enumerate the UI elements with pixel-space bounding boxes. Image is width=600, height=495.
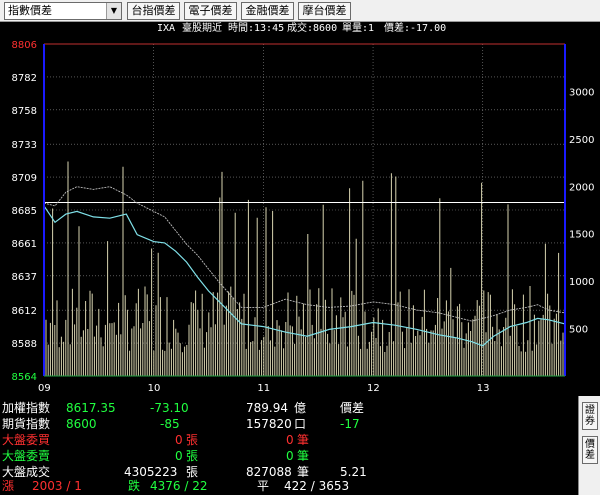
msci-spread-button[interactable]: 摩台價差	[298, 2, 351, 20]
spread-tab-label: 價差	[585, 439, 595, 461]
weighted-index-change: -73.10	[150, 401, 189, 415]
volume-tick-label: 2500	[569, 135, 594, 146]
volume-label: 成交:8600	[287, 23, 338, 34]
volume-tick-label: 500	[569, 325, 588, 336]
weighted-index-label: 加權指數	[2, 401, 51, 415]
price-tick-label: 8612	[12, 306, 37, 317]
market-bid-row: 大盤委買 0 張 0 筆	[0, 432, 578, 448]
spread-header: 價差	[340, 401, 365, 415]
market-ask-orders: 0	[286, 449, 294, 463]
spread-tab[interactable]: 價差	[582, 436, 598, 464]
price-tick-label: 8782	[12, 73, 37, 84]
time-label: 時間:13:45	[228, 23, 285, 34]
volume-tick-label: 2000	[569, 182, 594, 193]
toolbar: 指數價差 ▼ 台指價差 電子價差 金融價差 摩台價差	[0, 0, 600, 22]
volume-tick-label: 1500	[569, 230, 594, 241]
spread-type-value: 指數價差	[8, 4, 52, 17]
futures-contracts-unit: 口	[294, 417, 307, 431]
spread-label: 價差:-17.00	[384, 23, 447, 34]
market-ask-orders-unit: 筆	[297, 449, 310, 463]
price-tick-label: 8661	[12, 239, 37, 250]
volume-tick-label: 3000	[569, 87, 594, 98]
time-tick-label: 10	[148, 383, 161, 394]
market-ask-lots: 0	[175, 449, 183, 463]
market-ask-lots-unit: 張	[186, 449, 199, 463]
price-tick-label: 8806	[12, 40, 37, 51]
unchanged-label: 平	[257, 479, 270, 493]
turnover-amount: 789.94	[246, 401, 288, 415]
price-tick-label: 8564	[12, 372, 37, 383]
price-tick-label: 8588	[12, 339, 37, 350]
time-tick-label: 12	[367, 383, 380, 394]
price-tick-label: 8637	[12, 272, 37, 283]
market-bid-label: 大盤委買	[2, 433, 51, 447]
market-ask-row: 大盤委賣 0 張 0 筆	[0, 448, 578, 464]
time-tick-label: 13	[477, 383, 490, 394]
symbol-code: IXA	[157, 23, 176, 34]
price-tick-label: 8733	[12, 140, 37, 151]
advance-value: 2003 / 1	[32, 479, 82, 493]
product-name: 臺股期近	[182, 23, 222, 34]
weighted-index-value: 8617.35	[66, 401, 116, 415]
decline-label: 跌	[128, 479, 141, 493]
decline-value: 4376 / 22	[150, 479, 208, 493]
quantity-label: 單量:1	[342, 23, 375, 34]
market-bid-orders-unit: 筆	[297, 433, 310, 447]
futures-index-value: 8600	[66, 417, 97, 431]
price-tick-label: 8685	[12, 206, 37, 217]
securities-tab-label: 證券	[585, 405, 595, 427]
time-tick-label: 11	[257, 383, 270, 394]
advance-label: 漲	[2, 479, 15, 493]
unchanged-value: 422 / 3653	[284, 479, 350, 493]
turnover-unit: 億	[294, 401, 307, 415]
finance-spread-button[interactable]: 金融價差	[241, 2, 294, 20]
futures-index-row: 期貨指數 8600 -85 157820 口 -17	[0, 416, 578, 432]
securities-tab[interactable]: 證券	[582, 402, 598, 430]
spread-value: -17	[340, 417, 360, 431]
price-tick-label: 8758	[12, 106, 37, 117]
futures-index-change: -85	[160, 417, 180, 431]
side-tabs: 證券 價差	[578, 396, 600, 495]
market-ask-label: 大盤委賣	[2, 449, 51, 463]
market-bid-lots: 0	[175, 433, 183, 447]
volume-tick-label: 1000	[569, 277, 594, 288]
advance-decline-row: 漲 2003 / 1 跌 4376 / 22 平 422 / 3653	[0, 478, 578, 494]
time-tick-label: 09	[38, 383, 51, 394]
futures-contracts: 157820	[246, 417, 292, 431]
electronics-spread-button[interactable]: 電子價差	[184, 2, 237, 20]
price-tick-label: 8709	[12, 173, 37, 184]
futures-index-label: 期貨指數	[2, 417, 51, 431]
market-stats-panel: 加權指數 8617.35 -73.10 789.94 億 價差 期貨指數 860…	[0, 396, 578, 495]
quote-info-bar: IXA 臺股期近 時間:13:45 成交:8600 單量:1 價差:-17.00	[0, 22, 600, 36]
spread-type-select[interactable]: 指數價差 ▼	[4, 2, 122, 20]
weighted-index-row: 加權指數 8617.35 -73.10 789.94 億 價差	[0, 400, 578, 416]
chevron-down-icon[interactable]: ▼	[106, 3, 121, 19]
taiex-spread-button[interactable]: 台指價差	[127, 2, 180, 20]
market-bid-orders: 0	[286, 433, 294, 447]
intraday-chart: 8806 8782 8758 8733 8709 8685 8661 8637 8612 8588…	[12, 40, 595, 394]
market-bid-lots-unit: 張	[186, 433, 199, 447]
